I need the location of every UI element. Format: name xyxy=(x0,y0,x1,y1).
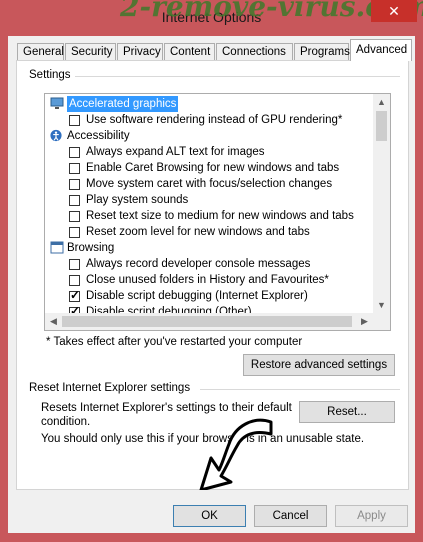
list-item-label: Reset zoom level for new windows and tab… xyxy=(86,226,310,238)
checkbox[interactable] xyxy=(69,179,80,190)
title-bar: Internet Options 2-remove-virus.com ✕ xyxy=(0,0,423,36)
checkbox[interactable] xyxy=(69,147,80,158)
ok-button[interactable]: OK xyxy=(173,505,246,527)
horizontal-scrollbar[interactable]: ◀ ▶ xyxy=(45,313,390,330)
list-item[interactable]: Reset text size to medium for new window… xyxy=(48,208,368,224)
tab-security[interactable]: Security xyxy=(65,43,116,60)
monitor-icon xyxy=(50,97,64,109)
reset-group-rule xyxy=(200,389,400,390)
checkbox[interactable] xyxy=(69,227,80,238)
checkbox[interactable] xyxy=(69,163,80,174)
scroll-up-icon[interactable]: ▲ xyxy=(373,94,390,111)
list-item-label: Always expand ALT text for images xyxy=(86,146,265,158)
list-item[interactable]: Use software rendering instead of GPU re… xyxy=(48,112,368,128)
list-item[interactable]: Move system caret with focus/selection c… xyxy=(48,176,368,192)
list-item[interactable]: Close unused folders in History and Favo… xyxy=(48,272,368,288)
list-item-label: Move system caret with focus/selection c… xyxy=(86,178,333,190)
checkbox[interactable] xyxy=(69,275,80,286)
list-item-label: Accelerated graphics xyxy=(67,96,179,112)
apply-button[interactable]: Apply xyxy=(335,505,408,527)
checkmark-icon: ✓ xyxy=(70,288,81,302)
tab-programs[interactable]: Programs xyxy=(294,43,350,60)
restore-advanced-settings-button[interactable]: Restore advanced settings xyxy=(243,354,395,376)
scroll-left-icon[interactable]: ◀ xyxy=(45,313,62,330)
list-item-label: Always record developer console messages xyxy=(86,258,311,270)
list-item[interactable]: Browsing xyxy=(48,240,368,256)
tab-content[interactable]: Content xyxy=(164,43,215,60)
scrollbar-thumb[interactable] xyxy=(62,316,352,327)
list-item-label: Close unused folders in History and Favo… xyxy=(86,274,329,286)
checkbox[interactable] xyxy=(69,195,80,206)
list-item[interactable]: Play system sounds xyxy=(48,192,368,208)
list-item[interactable]: Always expand ALT text for images xyxy=(48,144,368,160)
list-item-label: Accessibility xyxy=(67,130,130,142)
list-item-label: Browsing xyxy=(67,242,115,254)
list-item[interactable]: Enable Caret Browsing for new windows an… xyxy=(48,160,368,176)
reset-description-line2: condition. xyxy=(41,416,91,428)
settings-group-label: Settings xyxy=(29,69,75,81)
dialog-client: General Security Privacy Content Connect… xyxy=(8,36,415,533)
reset-button[interactable]: Reset... xyxy=(299,401,395,423)
list-item[interactable]: Reset zoom level for new windows and tab… xyxy=(48,224,368,240)
scroll-down-icon[interactable]: ▼ xyxy=(373,297,390,314)
list-item-label: Disable script debugging (Internet Explo… xyxy=(86,290,308,302)
reset-description-line1: Resets Internet Explorer's settings to t… xyxy=(41,402,292,414)
checkbox-checked[interactable]: ✓ xyxy=(69,288,81,302)
list-item-label: Play system sounds xyxy=(86,194,189,206)
tab-connections[interactable]: Connections xyxy=(216,43,293,60)
checkbox[interactable] xyxy=(69,259,80,270)
list-item-label: Enable Caret Browsing for new windows an… xyxy=(86,162,340,174)
dialog-button-bar: OK Cancel Apply xyxy=(8,490,415,533)
tab-advanced[interactable]: Advanced xyxy=(350,39,412,61)
vertical-scrollbar[interactable]: ▲ ▼ xyxy=(373,94,390,314)
scroll-right-icon[interactable]: ▶ xyxy=(356,313,373,330)
list-item[interactable]: Accelerated graphics xyxy=(48,96,368,112)
footnote: * Takes effect after you've restarted yo… xyxy=(46,336,303,348)
list-item[interactable]: Always record developer console messages xyxy=(48,256,368,272)
checkbox[interactable] xyxy=(69,115,80,126)
browsing-icon xyxy=(50,241,64,254)
tab-privacy[interactable]: Privacy xyxy=(117,43,163,60)
close-button[interactable]: ✕ xyxy=(371,0,417,22)
cancel-button[interactable]: Cancel xyxy=(254,505,327,527)
reset-group-label: Reset Internet Explorer settings xyxy=(29,382,195,394)
settings-list[interactable]: Accelerated graphics Use software render… xyxy=(44,93,391,331)
accessibility-icon xyxy=(50,129,62,142)
scrollbar-thumb[interactable] xyxy=(376,111,387,141)
tab-general[interactable]: General xyxy=(17,43,64,60)
list-item[interactable]: ✓ Disable script debugging (Internet Exp… xyxy=(48,288,368,304)
list-item-label: Reset text size to medium for new window… xyxy=(86,210,354,222)
settings-group-rule xyxy=(72,76,400,77)
list-item[interactable]: Accessibility xyxy=(48,128,368,144)
list-item-label: Use software rendering instead of GPU re… xyxy=(86,114,343,126)
checkbox[interactable] xyxy=(69,211,80,222)
